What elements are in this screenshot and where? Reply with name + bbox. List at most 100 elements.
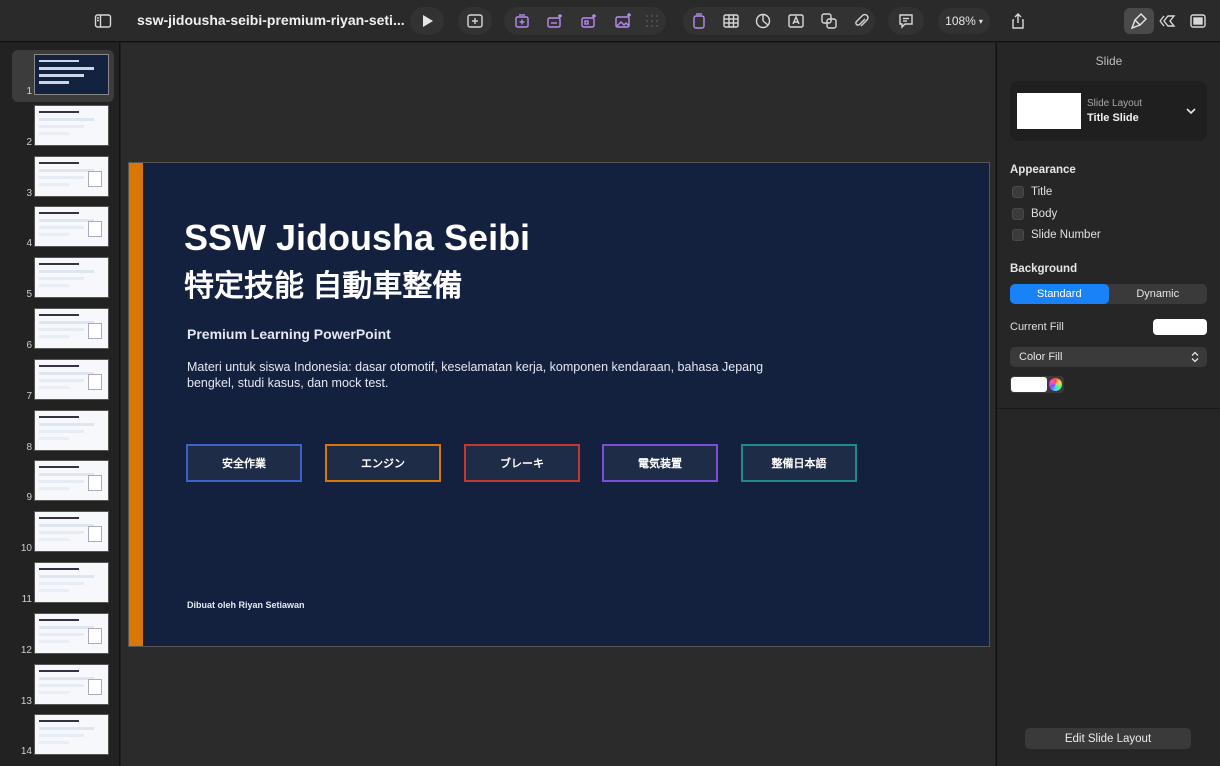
paperclip-icon[interactable] [850, 8, 872, 34]
checkbox-box[interactable] [1012, 229, 1024, 241]
chip-label: ブレーキ [500, 458, 544, 470]
slide-thumbnail[interactable] [34, 308, 109, 349]
format-brush-icon[interactable] [1128, 8, 1150, 34]
slide-layout-selector[interactable]: Slide Layout Title Slide [1010, 81, 1207, 141]
slide-author[interactable]: Dibuat oleh Riyan Setiawan [187, 600, 305, 610]
slide-title-japanese[interactable]: 特定技能 自動車整備 [184, 261, 462, 305]
animate-icon[interactable] [1157, 8, 1179, 34]
chip-engine[interactable]: エンジン [325, 444, 441, 482]
slide-thumbnail[interactable] [34, 460, 109, 502]
color-wheel-icon[interactable] [1049, 378, 1062, 391]
slide-number: 14 [20, 746, 32, 758]
thumbnail-content [39, 131, 69, 135]
thumbnail-content [39, 117, 94, 121]
slide-thumbnail-row[interactable]: 6 [0, 305, 119, 353]
slide-thumbnail[interactable] [34, 155, 109, 197]
document-icon[interactable] [1187, 8, 1209, 34]
slide-navigator[interactable]: 1 2 3 4 5 6 7 8 9 10 11 12 13 14 [0, 43, 120, 766]
document-title[interactable]: ssw-jidousha-seibi-premium-riyan-seti... [137, 12, 405, 28]
slide-thumbnail[interactable] [34, 562, 109, 603]
slide-description[interactable]: Materi untuk siswa Indonesia: dasar otom… [187, 359, 787, 391]
slide-thumbnail-row[interactable]: 8 [0, 407, 119, 455]
share-icon[interactable] [1007, 8, 1029, 34]
thumbnail-content [88, 373, 102, 390]
thumbnail-content [39, 524, 94, 528]
chip-electrical[interactable]: 電気装置 [602, 444, 718, 482]
thumbnail-content [39, 263, 79, 266]
thumbnail-content [39, 161, 79, 164]
checkbox-body[interactable]: Body [1012, 206, 1057, 222]
zoom-menu[interactable]: 108% ▾ [938, 8, 990, 34]
color-swatch[interactable] [1011, 377, 1047, 392]
segment-dynamic[interactable]: Dynamic [1109, 284, 1208, 304]
slide-thumbnail-row[interactable]: 13 [0, 661, 119, 709]
slide-thumbnail-row[interactable]: 4 [0, 203, 119, 251]
chip-label: 安全作業 [222, 458, 266, 470]
edit-slide-layout-button[interactable]: Edit Slide Layout [1025, 728, 1191, 749]
slide-thumbnail-row[interactable]: 3 [0, 153, 119, 201]
insert-chart-icon[interactable] [577, 8, 601, 34]
slide-thumbnail[interactable] [34, 358, 109, 400]
thumbnail-content [39, 378, 84, 382]
thumbnail-content [39, 676, 94, 680]
table-icon[interactable] [720, 8, 742, 34]
color-well[interactable] [1010, 376, 1064, 393]
slide-subtitle[interactable]: Premium Learning PowerPoint [187, 326, 391, 342]
segment-standard[interactable]: Standard [1010, 284, 1109, 304]
checkbox-box[interactable] [1012, 186, 1024, 198]
slide-thumbnail-row[interactable]: 11 [0, 559, 119, 607]
slide-title[interactable]: SSW Jidousha Seibi [184, 217, 530, 259]
background-mode-segmented: Standard Dynamic [1010, 284, 1207, 304]
slide-thumbnail[interactable] [34, 663, 109, 705]
slide-number: 9 [26, 492, 32, 504]
slide-thumbnail[interactable] [34, 104, 109, 146]
slide-thumbnail[interactable] [34, 409, 109, 451]
slide-thumbnail[interactable] [34, 612, 109, 654]
add-slide-icon[interactable] [464, 8, 486, 34]
chip-label: 電気装置 [638, 458, 682, 470]
chip-japanese[interactable]: 整備日本語 [741, 444, 857, 482]
chip-brake[interactable]: ブレーキ [464, 444, 580, 482]
slide-thumbnail[interactable] [34, 206, 109, 248]
zoom-value: 108% [945, 14, 976, 28]
chart-icon[interactable] [752, 8, 774, 34]
current-fill-swatch[interactable] [1153, 319, 1207, 335]
slide-thumbnail-row[interactable]: 12 [0, 610, 119, 658]
slide-thumbnail-row[interactable]: 14 [0, 711, 119, 759]
insert-slide-icon[interactable] [511, 8, 533, 34]
thumbnail-content [39, 60, 79, 62]
checkbox-title[interactable]: Title [1012, 184, 1052, 200]
slide-thumbnail[interactable] [34, 511, 109, 553]
thumbnail-content [39, 487, 69, 491]
slide-thumbnail-row[interactable]: 7 [0, 356, 119, 404]
text-box-icon[interactable] [689, 8, 709, 34]
slide-thumbnail-row[interactable]: 10 [0, 508, 119, 556]
thumbnail-content [39, 531, 84, 535]
slide-thumbnail-row[interactable]: 1 [0, 50, 119, 102]
divider [997, 408, 1220, 409]
slide-thumbnail[interactable] [34, 714, 109, 756]
insert-image-icon[interactable] [611, 8, 635, 34]
comment-icon[interactable] [895, 8, 917, 34]
checkbox-slide-number[interactable]: Slide Number [1012, 227, 1101, 243]
chip-safety[interactable]: 安全作業 [186, 444, 302, 482]
slide-thumbnail[interactable] [34, 54, 109, 95]
fill-type-select[interactable]: Color Fill [1010, 347, 1207, 367]
sidebar-toggle-icon[interactable] [92, 8, 114, 34]
current-slide[interactable]: SSW Jidousha Seibi 特定技能 自動車整備 Premium Le… [128, 162, 990, 647]
insert-media-icon[interactable] [543, 8, 567, 34]
checkbox-box[interactable] [1012, 208, 1024, 220]
text-icon[interactable] [785, 8, 807, 34]
format-inspector: Slide Slide Layout Title Slide Appearanc… [996, 43, 1220, 766]
thumbnail-content [39, 124, 84, 128]
shape-icon[interactable] [818, 8, 840, 34]
slide-thumbnail[interactable] [34, 257, 109, 299]
slide-thumbnail-row[interactable]: 9 [0, 457, 119, 505]
keynote-window: ssw-jidousha-seibi-premium-riyan-seti... [0, 0, 1220, 766]
thumbnail-content [39, 385, 69, 389]
slide-thumbnail-row[interactable]: 5 [0, 254, 119, 302]
slide-number: 12 [20, 644, 32, 656]
play-icon[interactable] [416, 8, 438, 34]
slide-canvas: SSW Jidousha Seibi 特定技能 自動車整備 Premium Le… [121, 43, 995, 766]
slide-thumbnail-row[interactable]: 2 [0, 102, 119, 150]
